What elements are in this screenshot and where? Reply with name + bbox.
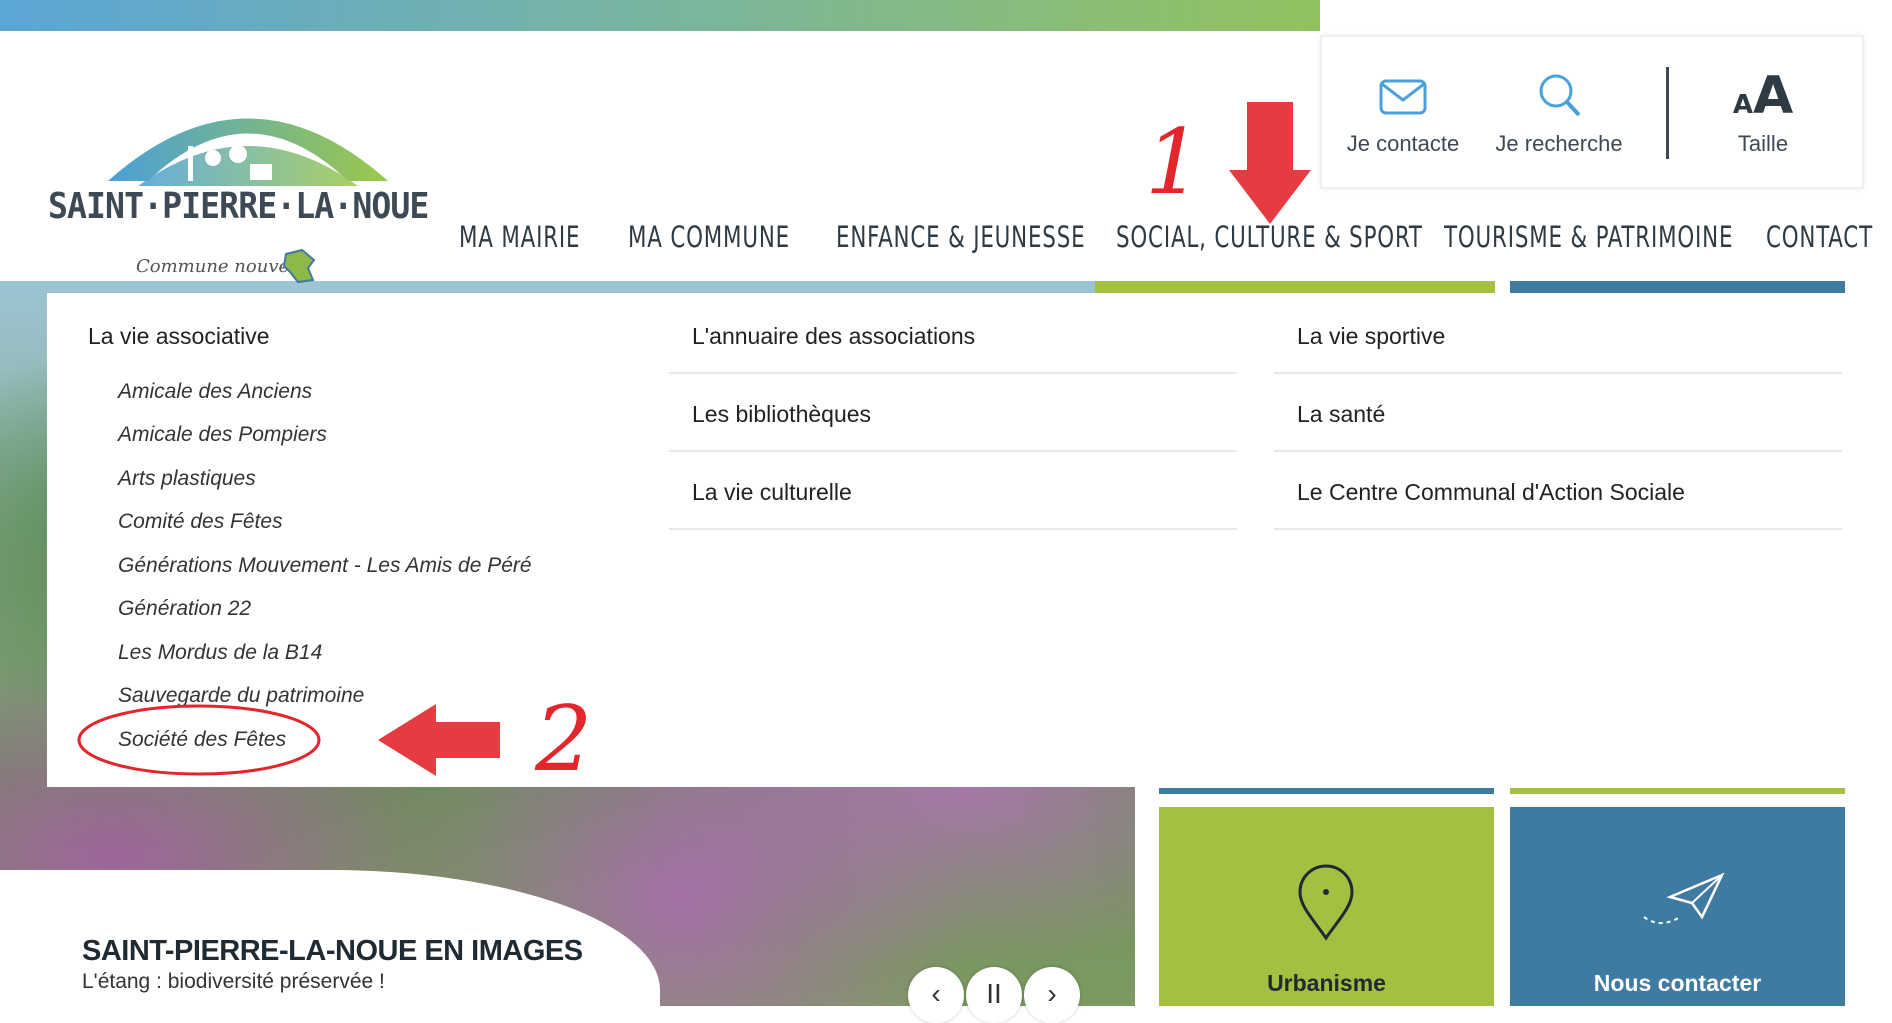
hero-title: SAINT-PIERRE-LA-NOUE EN IMAGES	[82, 935, 583, 967]
dropdown-divider	[1274, 450, 1842, 452]
dropdown-divider	[1274, 372, 1842, 374]
nav-tourisme-patrimoine[interactable]: TOURISME & PATRIMOINE	[1444, 220, 1733, 254]
urbanisme-label: Urbanisme	[1267, 970, 1386, 996]
dropdown-link[interactable]: L'annuaire des associations	[692, 323, 975, 350]
logo-landscape-icon	[108, 118, 388, 186]
nav-ma-commune[interactable]: MA COMMUNE	[628, 220, 790, 254]
nav-enfance-jeunesse[interactable]: ENFANCE & JEUNESSE	[836, 220, 1085, 254]
top-gradient-bar	[0, 0, 1320, 31]
urbanisme-tile[interactable]: Urbanisme	[1159, 807, 1494, 1006]
search-icon	[1539, 74, 1581, 117]
annotation-step-1: 1	[1145, 110, 1203, 215]
size-big-glyph: A	[1752, 66, 1794, 126]
dropdown-link[interactable]: La vie culturelle	[692, 479, 852, 506]
utility-divider	[1666, 67, 1669, 159]
dropdown-subitem[interactable]: Les Mordus de la B14	[118, 641, 322, 665]
tile-top-line-green	[1510, 788, 1845, 794]
utility-box: Je contacte Je recherche AA Taille	[1320, 35, 1864, 189]
nous-contacter-label: Nous contacter	[1593, 970, 1762, 996]
nav-contact[interactable]: CONTACT	[1766, 220, 1873, 254]
map-pin-icon	[1298, 864, 1354, 941]
dropdown-link[interactable]: Le Centre Communal d'Action Sociale	[1297, 479, 1685, 506]
tile-top-line-blue	[1159, 788, 1494, 794]
paper-plane-icon	[1643, 872, 1725, 924]
dropdown-link[interactable]: Les bibliothèques	[692, 401, 871, 428]
size-label: Taille	[1737, 131, 1789, 156]
annotation-arrow-down-icon	[1229, 102, 1311, 224]
size-small-glyph: A	[1732, 90, 1753, 120]
slider-next-button[interactable]: ›	[1024, 967, 1080, 1023]
annotation-step-2: 2	[535, 687, 593, 792]
search-link[interactable]: Je recherche	[1484, 67, 1634, 157]
contact-label: Je contacte	[1346, 131, 1460, 156]
dropdown-divider	[1274, 528, 1842, 530]
slider-prev-button[interactable]: ‹	[908, 967, 964, 1023]
main-nav: MA MAIRIE MA COMMUNE ENFANCE & JEUNESSE …	[0, 220, 1892, 276]
dropdown-divider	[669, 528, 1237, 530]
annotation-circle-highlight	[77, 704, 321, 776]
dropdown-link[interactable]: La vie sportive	[1297, 323, 1445, 350]
search-label: Je recherche	[1495, 131, 1623, 156]
dropdown-subitem[interactable]: Comité des Fêtes	[118, 510, 283, 534]
dropdown-subitem[interactable]: Amicale des Pompiers	[118, 423, 327, 447]
annotation-arrow-left-icon	[378, 704, 500, 776]
dropdown-subitem[interactable]: Amicale des Anciens	[118, 380, 312, 404]
slider-pause-button[interactable]: II	[966, 967, 1022, 1023]
dropdown-subitem[interactable]: Générations Mouvement - Les Amis de Péré	[118, 554, 532, 578]
dropdown-divider	[669, 450, 1237, 452]
hero-subtitle: L'étang : biodiversité préservée !	[82, 970, 385, 993]
dropdown-heading-vie-associative[interactable]: La vie associative	[88, 323, 270, 350]
dropdown-link[interactable]: La santé	[1297, 401, 1385, 428]
dropdown-subitem[interactable]: Arts plastiques	[118, 467, 256, 491]
dropdown-subitem[interactable]: Génération 22	[118, 597, 251, 621]
text-size-icon: AA	[1688, 67, 1838, 125]
nav-ma-mairie[interactable]: MA MAIRIE	[459, 220, 580, 254]
envelope-icon	[1379, 79, 1427, 115]
dropdown-divider	[669, 372, 1237, 374]
nous-contacter-tile[interactable]: Nous contacter	[1510, 807, 1845, 1006]
text-size-toggle[interactable]: AA Taille	[1688, 67, 1838, 157]
contact-link[interactable]: Je contacte	[1328, 67, 1478, 157]
